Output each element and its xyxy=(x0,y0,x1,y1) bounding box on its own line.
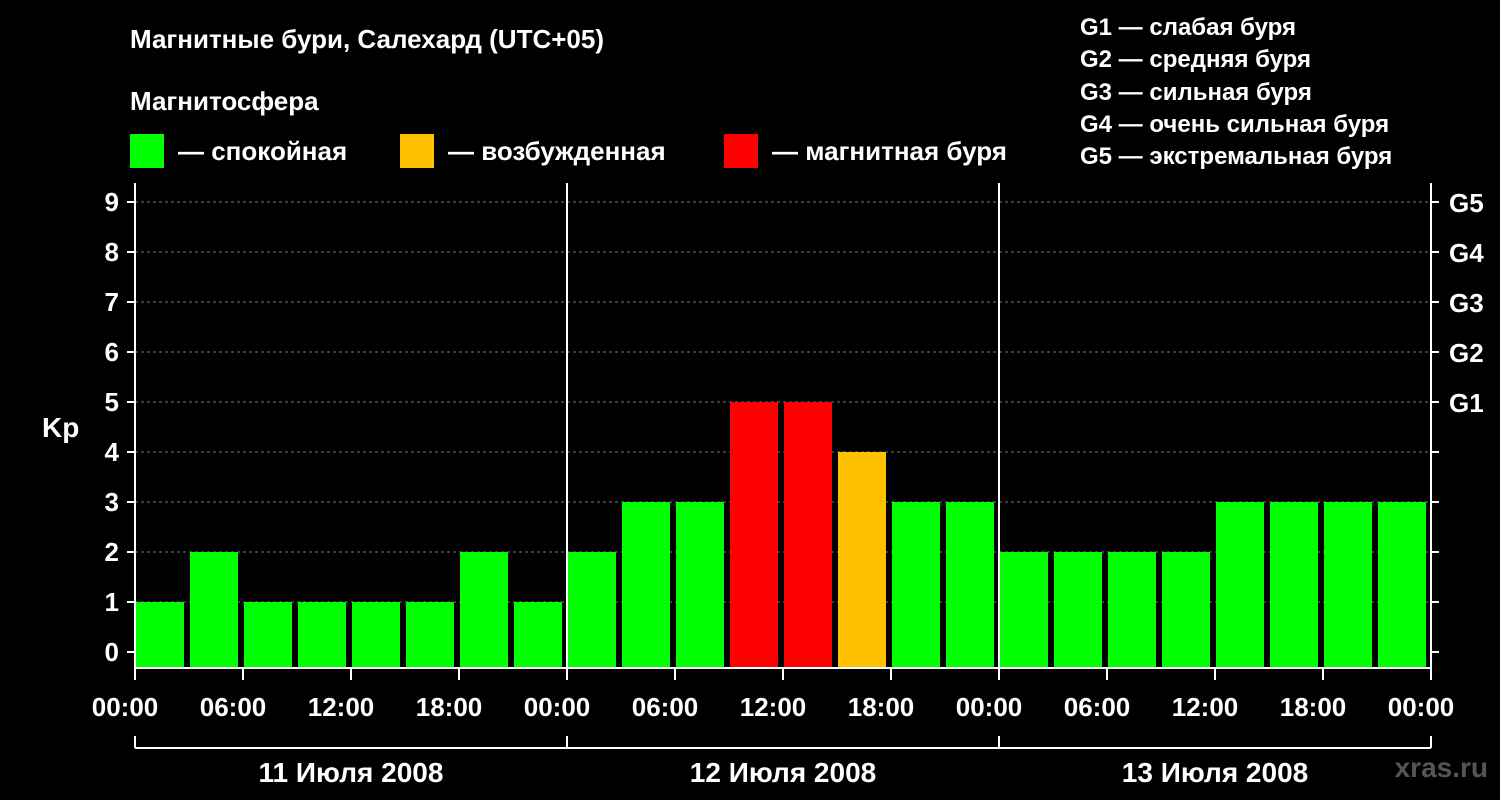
x-tick-label: 18:00 xyxy=(416,692,483,722)
g-level-label: G1 xyxy=(1449,388,1484,418)
x-tick-label: 18:00 xyxy=(848,692,915,722)
x-tick-label: 00:00 xyxy=(1388,692,1455,722)
y-axis-label: Kp xyxy=(42,412,79,443)
kp-bar xyxy=(1108,552,1156,668)
g-level-label: G2 xyxy=(1449,338,1484,368)
y-tick-label: 8 xyxy=(105,237,119,267)
kp-bar xyxy=(730,402,778,668)
kp-bar xyxy=(1378,502,1426,668)
day-label: 11 Июля 2008 xyxy=(259,757,444,788)
x-tick-label: 12:00 xyxy=(740,692,807,722)
kp-bar xyxy=(568,552,616,668)
y-tick-label: 7 xyxy=(105,287,119,317)
kp-bar xyxy=(1054,552,1102,668)
x-tick-label: 12:00 xyxy=(1172,692,1239,722)
kp-bar xyxy=(676,502,724,668)
y-tick-label: 5 xyxy=(105,387,119,417)
kp-chart: 0 1 2 3 4 5 6 7 8 9 G1 G2 G3 G4 G5 Kp 00:00 06:00 12:00 18:… xyxy=(42,183,1484,788)
kp-bar xyxy=(1270,502,1318,668)
kp-bar xyxy=(136,602,184,668)
g-level-label: G3 xyxy=(1449,288,1484,318)
kp-bar xyxy=(514,602,562,668)
kp-bar xyxy=(190,552,238,668)
y-tick-label: 4 xyxy=(105,437,120,467)
x-tick-label: 06:00 xyxy=(1064,692,1131,722)
kp-bar xyxy=(892,502,940,668)
y-tick-label: 6 xyxy=(105,337,119,367)
kp-bar xyxy=(838,452,886,668)
y-tick-label: 1 xyxy=(105,587,119,617)
x-tick-label: 12:00 xyxy=(308,692,375,722)
day-label: 12 Июля 2008 xyxy=(690,757,876,788)
kp-bar xyxy=(622,502,670,668)
kp-bar xyxy=(1162,552,1210,668)
kp-bar xyxy=(1324,502,1372,668)
x-tick-label: 00:00 xyxy=(956,692,1023,722)
watermark: xras.ru xyxy=(1394,752,1488,783)
kp-bar xyxy=(946,502,994,668)
g-level-label: G4 xyxy=(1449,238,1484,268)
y-tick-label: 3 xyxy=(105,487,119,517)
x-tick-label: 00:00 xyxy=(524,692,591,722)
kp-bar xyxy=(1000,552,1048,668)
x-tick-label: 18:00 xyxy=(1280,692,1347,722)
kp-bar xyxy=(1216,502,1264,668)
x-tick-label: 06:00 xyxy=(200,692,267,722)
kp-bar xyxy=(406,602,454,668)
kp-bar xyxy=(298,602,346,668)
kp-bar xyxy=(784,402,832,668)
day-label: 13 Июля 2008 xyxy=(1122,757,1308,788)
kp-bar xyxy=(460,552,508,668)
x-tick-label: 00:00 xyxy=(92,692,159,722)
kp-bar xyxy=(352,602,400,668)
x-tick-label: 06:00 xyxy=(632,692,699,722)
kp-bar xyxy=(244,602,292,668)
y-tick-label: 9 xyxy=(105,187,119,217)
y-tick-label: 2 xyxy=(105,537,119,567)
y-tick-label: 0 xyxy=(105,637,119,667)
g-level-label: G5 xyxy=(1449,188,1484,218)
